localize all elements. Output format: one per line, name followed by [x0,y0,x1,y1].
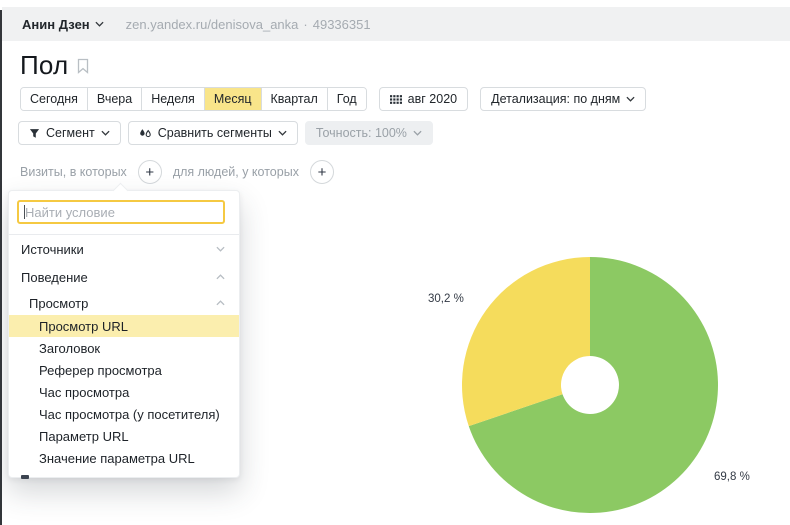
item-url-param[interactable]: Параметр URL [9,425,239,447]
list-item-label: Просмотр URL [39,319,128,334]
counter-url: zen.yandex.ru/denisova_anka · 49336351 [126,17,371,32]
detalization-button[interactable]: Детализация: по дням [480,87,646,111]
list-item-label: Час просмотра [39,385,129,400]
chevron-down-icon [278,130,287,136]
chevron-up-icon [216,300,225,306]
condition-search [17,200,225,224]
tab-year[interactable]: Год [328,88,366,110]
category-sources[interactable]: Источники [9,235,239,263]
drops-icon [139,128,152,139]
category-behavior[interactable]: Поведение [9,263,239,291]
clipped-list-item [9,469,239,479]
separator-dot: · [303,17,307,32]
date-range-label: авг 2020 [408,92,457,106]
segment-toolbar: Сегмент Сравнить сегменты Точность: 100% [18,121,433,145]
compare-segments-label: Сравнить сегменты [158,126,272,140]
chevron-down-icon [626,96,635,102]
item-view-referer[interactable]: Реферер просмотра [9,359,239,381]
chevron-down-icon [413,130,422,136]
chevron-up-icon [216,274,225,280]
list-item-label: Час просмотра (у посетителя) [39,407,220,422]
accuracy-button[interactable]: Точность: 100% [305,121,433,145]
calendar-grid-icon [390,95,402,104]
dropdown-notch [113,183,129,199]
item-view-hour[interactable]: Час просмотра [9,381,239,403]
item-view-hour-visitor[interactable]: Час просмотра (у посетителя) [9,403,239,425]
title-row: Пол [20,50,89,81]
tab-week[interactable]: Неделя [142,88,205,110]
condition-search-input[interactable] [17,200,225,224]
list-item-label: Заголовок [39,341,100,356]
donut-svg [462,257,718,513]
site-domain: zen.yandex.ru/denisova_anka [126,17,299,32]
condition-dropdown: Источники Поведение Просмотр Просмотр UR… [8,190,240,478]
chevron-down-icon [216,246,225,252]
people-condition-label: для людей, у которых [173,165,299,179]
conditions-row: Визиты, в которых + для людей, у которых… [20,160,334,184]
visits-condition-label: Визиты, в которых [20,165,127,179]
chart-label-yellow-slice: 30,2 % [428,293,464,305]
chevron-down-icon [101,130,110,136]
screenshot-edge [0,10,2,525]
funnel-icon [29,128,40,139]
accuracy-label: Точность: 100% [316,126,407,140]
tab-yesterday[interactable]: Вчера [88,88,142,110]
date-range-button[interactable]: авг 2020 [379,87,468,111]
tab-month[interactable]: Месяц [205,88,262,110]
donut-chart[interactable] [462,257,718,513]
period-tabs: Сегодня Вчера Неделя Месяц Квартал Год [20,87,367,111]
counter-switcher[interactable]: Анин Дзен [22,17,104,32]
chevron-down-icon [95,21,104,27]
page-root: Анин Дзен zen.yandex.ru/denisova_anka · … [0,0,790,525]
item-view-url[interactable]: Просмотр URL [9,315,239,337]
compare-segments-button[interactable]: Сравнить сегменты [128,121,298,145]
list-item-label: Значение параметра URL [39,451,195,466]
counter-id: 49336351 [313,17,371,32]
tab-quarter[interactable]: Квартал [262,88,328,110]
page-title: Пол [20,50,68,81]
list-item-label: Поведение [21,270,88,285]
add-visit-condition-button[interactable]: + [138,160,162,184]
tab-today[interactable]: Сегодня [21,88,88,110]
item-url-param-value[interactable]: Значение параметра URL [9,447,239,469]
add-people-condition-button[interactable]: + [310,160,334,184]
condition-list: Источники Поведение Просмотр Просмотр UR… [9,235,239,479]
account-name: Анин Дзен [22,17,90,32]
period-toolbar: Сегодня Вчера Неделя Месяц Квартал Год а… [20,87,646,111]
segment-button[interactable]: Сегмент [18,121,121,145]
chart-label-green-slice: 69,8 % [714,471,750,483]
list-item-label: Источники [21,242,84,257]
list-item-label: Реферер просмотра [39,363,162,378]
list-item-label: Просмотр [29,296,88,311]
category-view[interactable]: Просмотр [9,291,239,315]
item-title[interactable]: Заголовок [9,337,239,359]
segment-label: Сегмент [46,126,95,140]
counter-topbar: Анин Дзен zen.yandex.ru/denisova_anka · … [2,7,790,41]
list-item-label: Параметр URL [39,429,129,444]
detalization-label: Детализация: по дням [491,92,620,106]
bookmark-icon[interactable] [77,58,89,74]
